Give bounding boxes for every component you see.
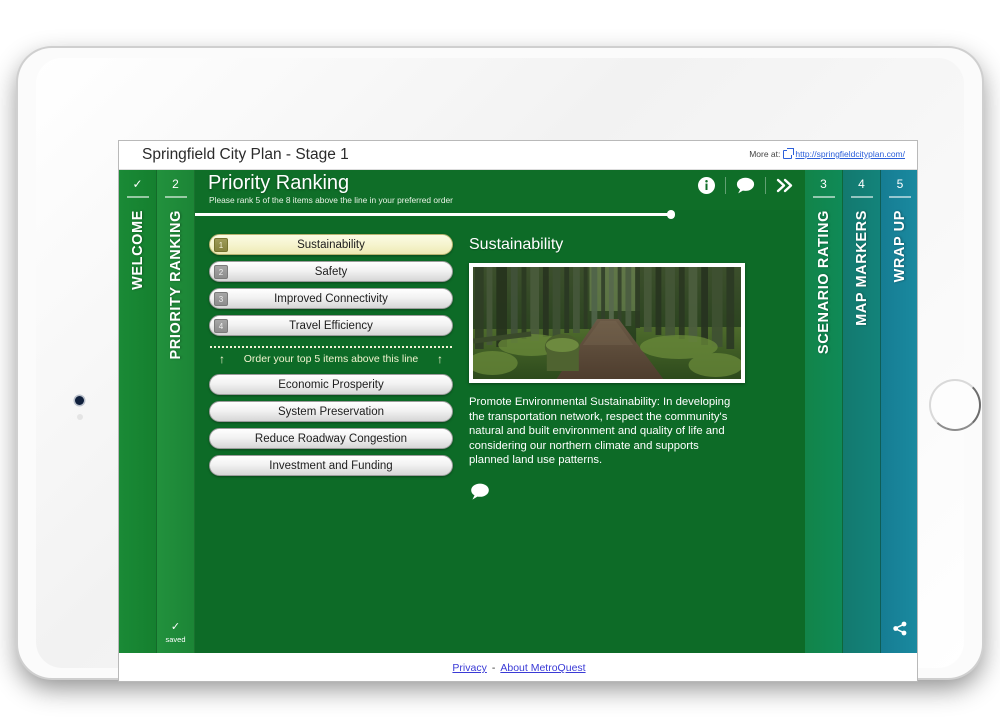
tab-scenario-rule — [812, 196, 835, 198]
detail-description: Promote Environmental Sustainability: In… — [469, 396, 731, 467]
tab-wrapup-label: WRAP UP — [892, 210, 908, 283]
page-topbar: Springfield City Plan - Stage 1 More at:… — [119, 141, 917, 170]
app-footer: Privacy - About MetroQuest — [119, 653, 917, 681]
rank-item-4[interactable]: 4 Travel Efficiency — [209, 315, 453, 336]
rank-label-3: Improved Connectivity — [274, 292, 388, 305]
sidebar-tab-scenario-rating[interactable]: 3 SCENARIO RATING — [805, 170, 843, 653]
progress-bar[interactable] — [195, 210, 805, 219]
rank-item-2[interactable]: 2 Safety — [209, 261, 453, 282]
content-column: Priority Ranking Please rank 5 of the 8 … — [195, 170, 805, 653]
saved-label: saved — [165, 635, 186, 644]
sidebar-tab-priority-ranking[interactable]: 2 PRIORITY RANKING ✓ saved — [157, 170, 195, 653]
share-icon[interactable] — [893, 621, 908, 641]
content-main: 1 Sustainability 2 Safety 3 Improved Con… — [195, 218, 805, 653]
info-icon[interactable] — [697, 176, 716, 195]
tablet-screen: Springfield City Plan - Stage 1 More at:… — [118, 140, 918, 682]
forest-path-photo — [473, 267, 741, 379]
rank-item-8[interactable]: Investment and Funding — [209, 455, 453, 476]
detail-title: Sustainability — [469, 236, 564, 253]
rank-item-5[interactable]: Economic Prosperity — [209, 374, 453, 395]
tab-markers-label: MAP MARKERS — [853, 210, 870, 326]
tab-welcome-number: ✓ — [132, 177, 143, 191]
hint-arrow-left-icon: ↑ — [219, 352, 225, 366]
sidebar-tab-wrap-up[interactable]: 5 WRAP UP — [881, 170, 917, 653]
page-title: Springfield City Plan - Stage 1 — [142, 146, 349, 163]
about-metroquest-link[interactable]: About MetroQuest — [500, 662, 585, 674]
more-at-label: More at: — [749, 149, 781, 159]
rank-label-6: System Preservation — [277, 405, 385, 418]
hint-arrow-right-icon: ↑ — [437, 352, 443, 366]
tab-wrapup-number: 5 — [896, 177, 904, 191]
rank-label-4: Travel Efficiency — [289, 319, 373, 332]
content-header: Priority Ranking Please rank 5 of the 8 … — [195, 170, 805, 210]
screen-subtitle: Please rank 5 of the 8 items above the l… — [209, 195, 453, 205]
rank-item-3[interactable]: 3 Improved Connectivity — [209, 288, 453, 309]
tab-priority-label: PRIORITY RANKING — [167, 210, 184, 360]
saved-check-icon: ✓ — [170, 621, 181, 633]
tab-wrapup-rule — [889, 196, 911, 198]
more-at-block: More at: http://springfieldcityplan.com/ — [749, 147, 905, 159]
rank-badge-4: 4 — [214, 319, 228, 333]
rank-label-1: Sustainability — [297, 238, 365, 251]
tab-welcome-rule — [126, 196, 149, 198]
app-body: ✓ WELCOME 2 PRIORITY RANKING ✓ saved Pri… — [119, 170, 917, 653]
project-site-link[interactable]: http://springfieldcityplan.com/ — [795, 149, 905, 159]
ranking-divider-line — [210, 346, 452, 348]
tab-priority-rule — [164, 196, 187, 198]
detail-comment-icon[interactable] — [469, 482, 791, 501]
detail-panel: Sustainability Promote Environmental Sus… — [469, 234, 791, 653]
comment-icon[interactable] — [735, 176, 756, 195]
rank-badge-2: 2 — [214, 265, 228, 279]
ranking-hint-text: Order your top 5 items above this line — [243, 353, 419, 365]
tablet-device-frame: Springfield City Plan - Stage 1 More at:… — [18, 48, 982, 682]
sidebar-tab-welcome[interactable]: ✓ WELCOME — [119, 170, 157, 653]
rank-label-5: Economic Prosperity — [278, 378, 384, 391]
toolbar-separator-2 — [765, 177, 766, 194]
tab-welcome-label: WELCOME — [129, 210, 146, 290]
rank-item-1[interactable]: 1 Sustainability — [209, 234, 453, 255]
detail-image-frame — [469, 263, 745, 383]
rank-label-2: Safety — [314, 265, 348, 278]
rank-item-7[interactable]: Reduce Roadway Congestion — [209, 428, 453, 449]
ranking-hint: ↑ Order your top 5 items above this line… — [209, 352, 453, 366]
tab-scenario-number: 3 — [820, 177, 827, 191]
tab-priority-number: 2 — [172, 177, 179, 191]
screen-title: Priority Ranking — [208, 172, 350, 194]
rank-item-6[interactable]: System Preservation — [209, 401, 453, 422]
tab-markers-rule — [850, 196, 873, 198]
header-toolbar — [697, 176, 795, 195]
rank-label-7: Reduce Roadway Congestion — [254, 432, 408, 445]
privacy-link[interactable]: Privacy — [452, 662, 486, 674]
sidebar-tab-map-markers[interactable]: 4 MAP MARKERS — [843, 170, 881, 653]
saved-indicator: ✓ saved — [157, 621, 194, 645]
ambient-sensor-icon — [77, 414, 83, 420]
footer-separator: - — [491, 662, 496, 674]
double-chevron-right-icon[interactable] — [775, 176, 795, 195]
progress-bar-knob[interactable] — [666, 210, 676, 219]
progress-bar-fill — [195, 213, 671, 216]
external-link-icon — [783, 147, 795, 159]
home-button[interactable] — [929, 379, 981, 431]
rank-badge-1: 1 — [214, 238, 228, 252]
toolbar-separator-1 — [725, 177, 726, 194]
front-camera-icon — [75, 396, 84, 405]
ranking-list: 1 Sustainability 2 Safety 3 Improved Con… — [209, 234, 453, 653]
tab-scenario-label: SCENARIO RATING — [815, 210, 832, 355]
rank-label-8: Investment and Funding — [269, 459, 393, 472]
tab-markers-number: 4 — [858, 177, 865, 191]
rank-badge-3: 3 — [214, 292, 228, 306]
